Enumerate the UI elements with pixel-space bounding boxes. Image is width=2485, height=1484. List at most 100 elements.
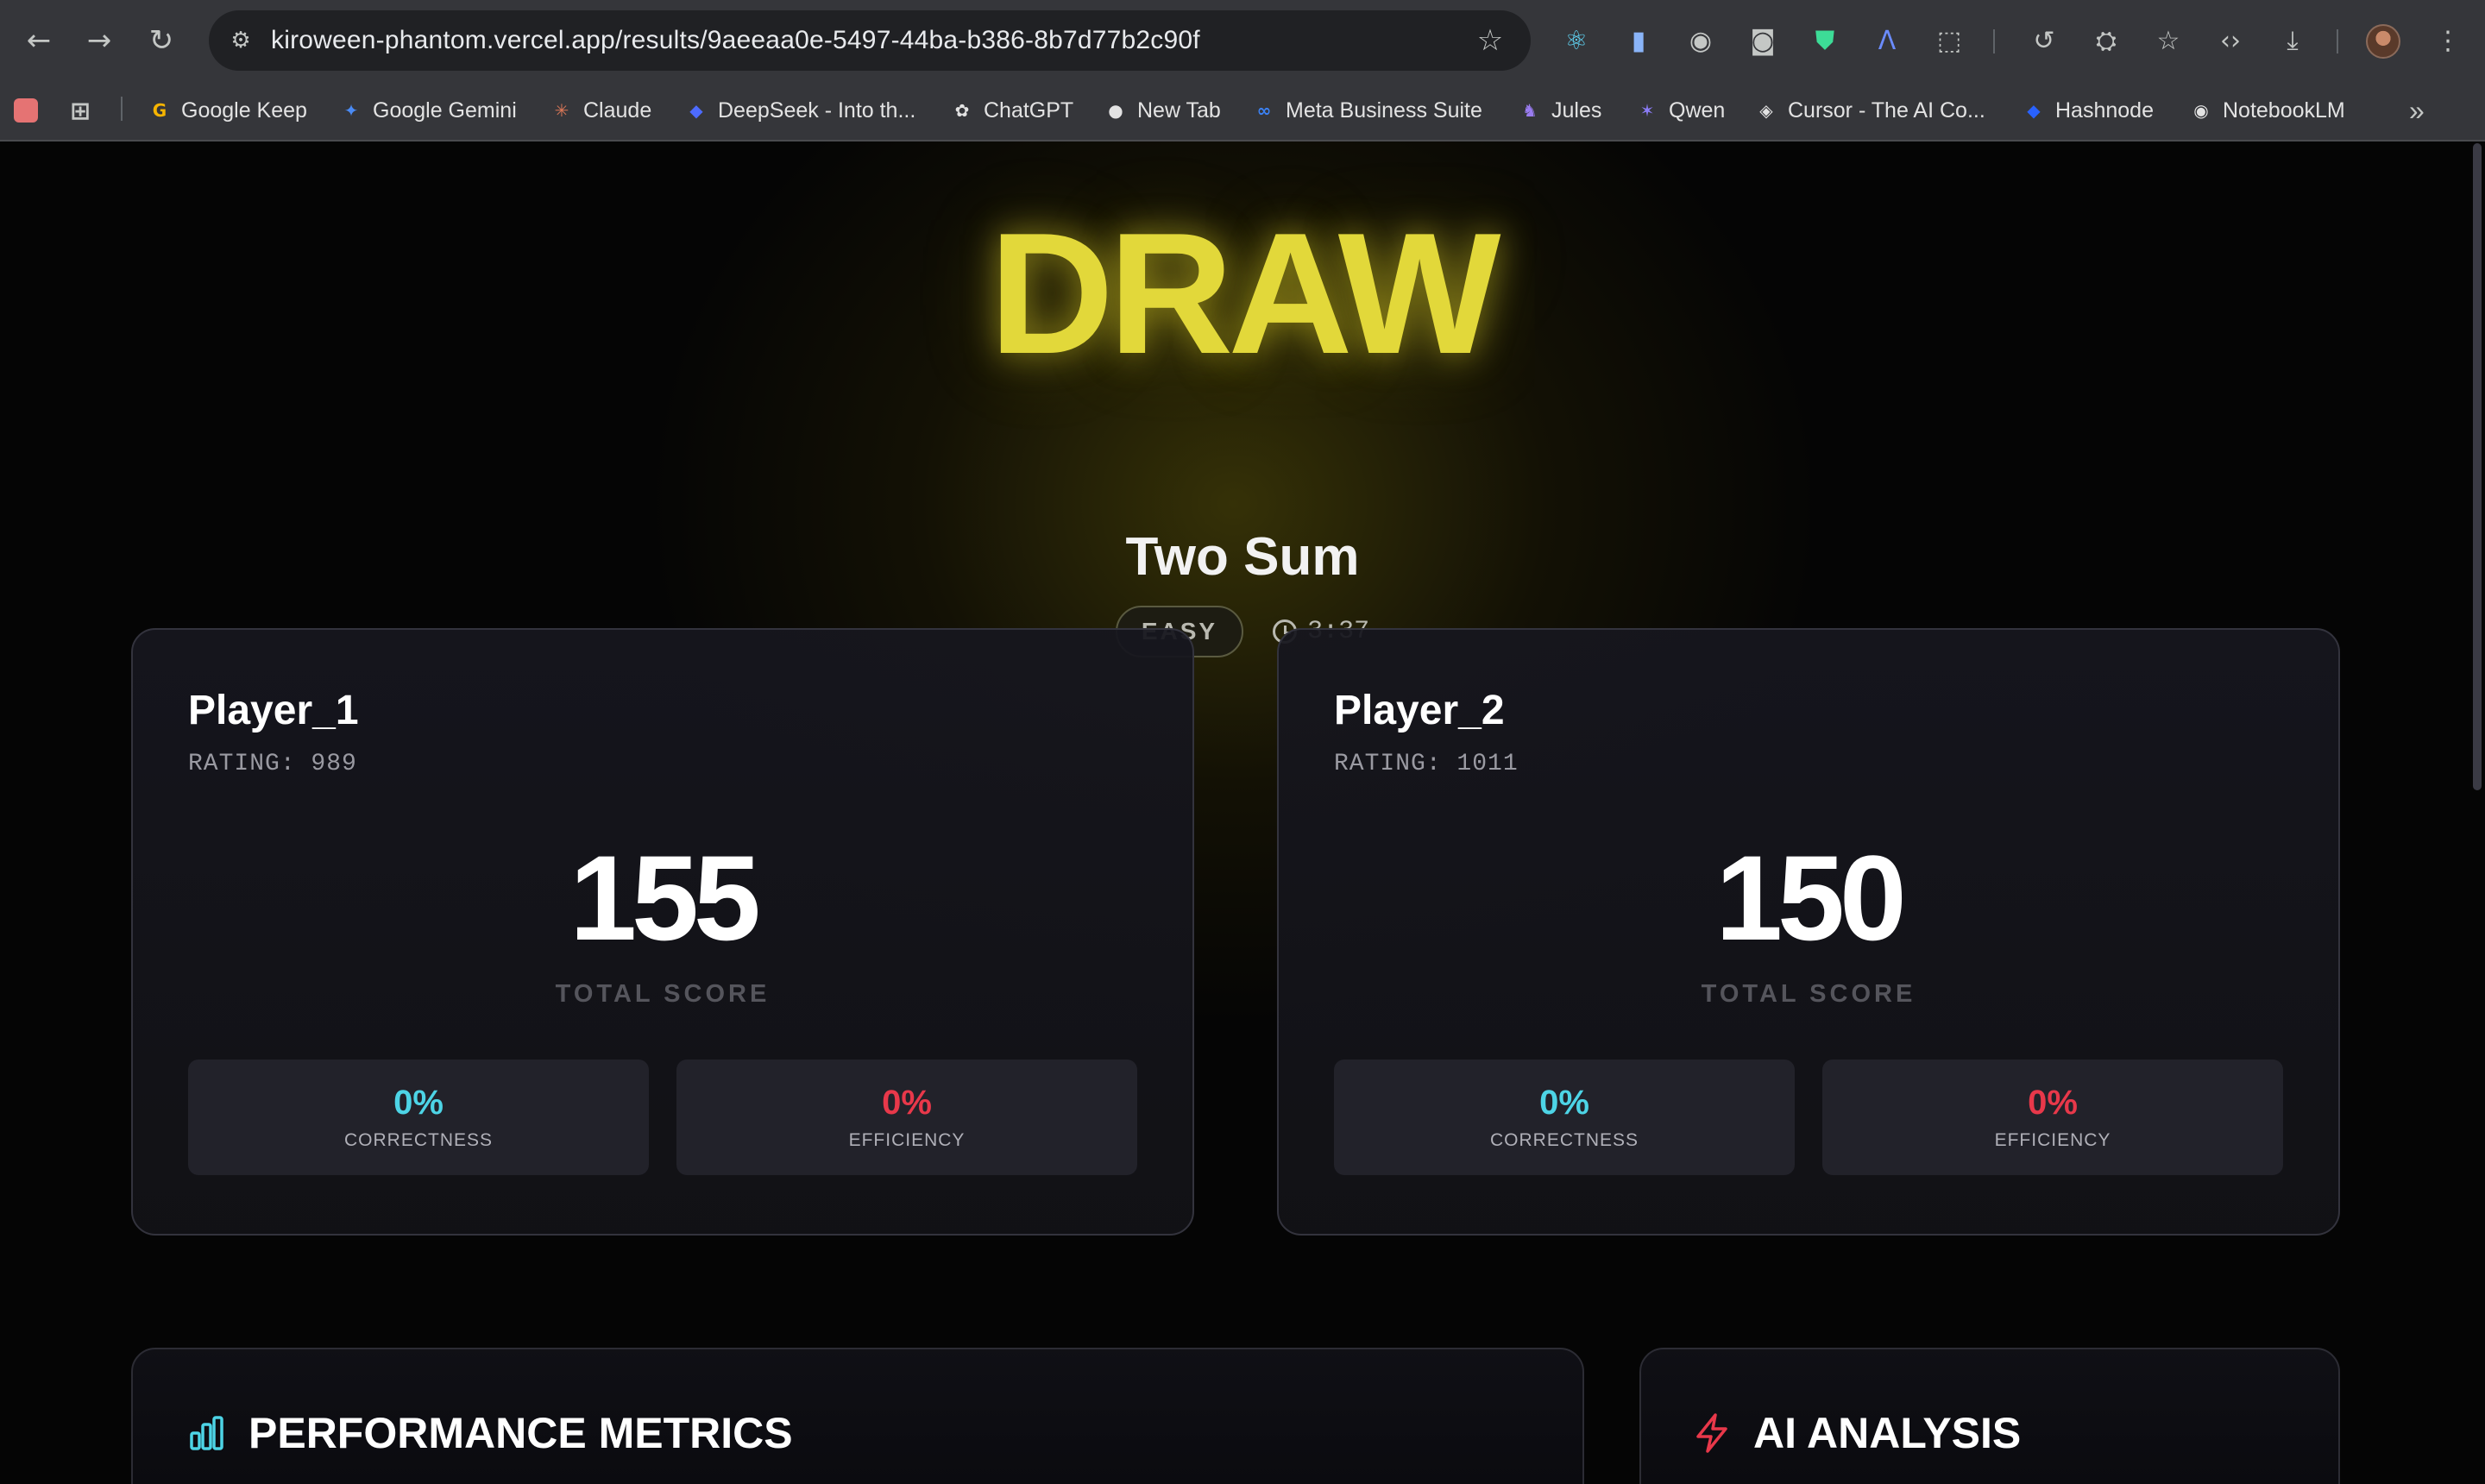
player-rating: RATING: 1011 bbox=[1334, 751, 1519, 777]
address-bar[interactable]: ⚙ kiroween-phantom.vercel.app/results/9a… bbox=[209, 10, 1531, 71]
reload-icon[interactable]: ↻ bbox=[140, 19, 183, 62]
bookmark-label: Cursor - The AI Co... bbox=[1788, 97, 1985, 123]
forward-icon[interactable]: → bbox=[78, 19, 121, 62]
site-info-icon[interactable]: ⚙ bbox=[221, 21, 261, 60]
bookmarks-star-icon[interactable]: ☆ bbox=[2148, 21, 2188, 60]
red-square-icon bbox=[14, 98, 38, 123]
correctness-value: 0% bbox=[1539, 1084, 1589, 1122]
bookmark-label: Hashnode bbox=[2055, 97, 2154, 123]
react-devtools-icon[interactable]: ⚛ bbox=[1557, 21, 1596, 60]
efficiency-label: EFFICIENCY bbox=[1994, 1130, 2111, 1150]
efficiency-stat: 0% EFFICIENCY bbox=[1822, 1060, 2283, 1175]
player-name: Player_2 bbox=[1334, 688, 1505, 733]
extensions-puzzle-icon[interactable]: ⬚ bbox=[1929, 21, 1969, 60]
bookmark-favicon-icon: ◈ bbox=[1759, 100, 1773, 121]
url-text[interactable]: kiroween-phantom.vercel.app/results/9aee… bbox=[271, 26, 1200, 55]
more-bookmarks-chevron-icon[interactable]: » bbox=[2409, 93, 2425, 128]
extension-a-icon[interactable]: Λ bbox=[1867, 21, 1907, 60]
bookmark-label: Claude bbox=[583, 97, 652, 123]
bookmark-favicon-icon: ● bbox=[1108, 100, 1123, 121]
bookmark-favicon-icon: ✦ bbox=[343, 100, 359, 121]
bookmark-label: Google Keep bbox=[181, 97, 307, 123]
bookmark-item[interactable]: ◆ DeepSeek - Into th... bbox=[683, 93, 915, 128]
bookmark-favicon-icon: ✿ bbox=[954, 100, 970, 121]
player-card-1: Player_1 RATING: 989 155 TOTAL SCORE 0% … bbox=[131, 628, 1194, 1236]
bookmark-label: ChatGPT bbox=[984, 97, 1074, 123]
performance-metrics-card: PERFORMANCE METRICS bbox=[131, 1348, 1584, 1484]
ai-analysis-header: AI ANALYSIS bbox=[1693, 1408, 2021, 1458]
bookmark-favicon-icon: ✶ bbox=[1639, 100, 1655, 121]
bookmark-item[interactable]: ✿ ChatGPT bbox=[949, 93, 1074, 128]
total-score-value: 155 bbox=[569, 830, 761, 965]
bookmark-item[interactable]: ● New Tab bbox=[1103, 93, 1221, 128]
bookmark-item[interactable]: ✳ Claude bbox=[549, 93, 652, 128]
bookmark-favicon-icon: ◆ bbox=[2027, 100, 2041, 121]
bookmark-favicon-icon: ♞ bbox=[1522, 100, 1538, 121]
bookmark-label: Qwen bbox=[1669, 97, 1726, 123]
bookmark-favicon-icon: ✳ bbox=[554, 100, 569, 121]
correctness-label: CORRECTNESS bbox=[343, 1130, 494, 1150]
performance-metrics-header: PERFORMANCE METRICS bbox=[188, 1408, 793, 1458]
history-icon[interactable]: ↺ bbox=[2024, 21, 2064, 60]
bookmark-favicon-icon: ◉ bbox=[2193, 100, 2209, 121]
extension-circle-icon[interactable]: ◉ bbox=[1681, 21, 1721, 60]
efficiency-label: EFFICIENCY bbox=[848, 1130, 966, 1150]
efficiency-value: 0% bbox=[2028, 1084, 2078, 1122]
results-page: DRAW Two Sum EASY 3:37 Player_1 RATING: … bbox=[0, 141, 2485, 1484]
devtools-code-icon[interactable]: ‹› bbox=[2211, 21, 2250, 60]
bookmarks-bar: ⊞ » G Google Keep ✦ Google Gemini ✳ Claude ◆ De… bbox=[0, 85, 2485, 136]
incognito-icon[interactable]: ⛭ bbox=[2086, 21, 2126, 60]
correctness-stat: 0% CORRECTNESS bbox=[1334, 1060, 1795, 1175]
bookmark-item[interactable]: ◈ Cursor - The AI Co... bbox=[1753, 93, 1985, 128]
total-score-value: 150 bbox=[1715, 830, 1907, 965]
bookmark-label: Jules bbox=[1551, 97, 1602, 123]
profile-avatar[interactable] bbox=[2366, 24, 2400, 59]
browser-toolbar: ← → ↻ ⚙ kiroween-phantom.vercel.app/resu… bbox=[0, 0, 2485, 81]
browser-chrome: ← → ↻ ⚙ kiroween-phantom.vercel.app/resu… bbox=[0, 0, 2485, 141]
bookmark-item[interactable]: ◉ NotebookLM bbox=[2188, 93, 2345, 128]
camera-icon[interactable]: ◙ bbox=[1743, 21, 1783, 60]
apps-grid-icon: ⊞ bbox=[70, 96, 91, 125]
toolbar-divider bbox=[2337, 29, 2338, 53]
bookmark-item[interactable]: ✶ Qwen bbox=[1634, 93, 1726, 128]
extension-doc-icon[interactable]: ▮ bbox=[1619, 21, 1658, 60]
bookmark-favicon-icon: ∞ bbox=[1256, 100, 1272, 121]
bookmark-item[interactable]: ✦ Google Gemini bbox=[338, 93, 517, 128]
ai-analysis-card: AI ANALYSIS bbox=[1639, 1348, 2340, 1484]
correctness-value: 0% bbox=[393, 1084, 444, 1122]
toolbar-divider bbox=[1993, 29, 1995, 53]
bookmark-star-icon[interactable]: ☆ bbox=[1470, 21, 1510, 60]
bookmark-item[interactable]: G Google Keep bbox=[147, 93, 307, 128]
bookmark-label: New Tab bbox=[1137, 97, 1221, 123]
correctness-stat: 0% CORRECTNESS bbox=[188, 1060, 649, 1175]
bookmark-label: NotebookLM bbox=[2223, 97, 2345, 123]
bookmark-label: Google Gemini bbox=[373, 97, 517, 123]
shield-icon[interactable]: ⛊ bbox=[1805, 21, 1845, 60]
total-score-label: TOTAL SCORE bbox=[555, 980, 771, 1008]
menu-kebab-icon[interactable]: ⋮ bbox=[2428, 21, 2468, 60]
problem-title: Two Sum bbox=[1125, 527, 1360, 587]
player-card-2: Player_2 RATING: 1011 150 TOTAL SCORE 0%… bbox=[1277, 628, 2340, 1236]
bookmark-red-square[interactable] bbox=[14, 93, 38, 128]
efficiency-stat: 0% EFFICIENCY bbox=[676, 1060, 1137, 1175]
bookmarks-divider bbox=[121, 97, 123, 121]
section-title: AI ANALYSIS bbox=[1753, 1409, 2022, 1457]
bookmark-label: Meta Business Suite bbox=[1286, 97, 1482, 123]
player-rating: RATING: 989 bbox=[188, 751, 357, 777]
apps-grid-button[interactable]: ⊞ bbox=[67, 93, 93, 128]
bookmark-favicon-icon: G bbox=[152, 100, 167, 121]
efficiency-value: 0% bbox=[882, 1084, 932, 1122]
download-icon[interactable]: ⤓ bbox=[2273, 21, 2312, 60]
correctness-label: CORRECTNESS bbox=[1489, 1130, 1639, 1150]
player-name: Player_1 bbox=[188, 688, 359, 733]
match-result-title: DRAW bbox=[989, 198, 1500, 390]
bookmark-label: DeepSeek - Into th... bbox=[718, 97, 916, 123]
bookmark-item[interactable]: ∞ Meta Business Suite bbox=[1251, 93, 1482, 128]
bookmark-item[interactable]: ♞ Jules bbox=[1517, 93, 1601, 128]
bookmark-favicon-icon: ◆ bbox=[689, 100, 703, 121]
bar-chart-icon bbox=[190, 1416, 223, 1450]
lightning-icon bbox=[1696, 1413, 1727, 1453]
back-icon[interactable]: ← bbox=[17, 19, 60, 62]
bookmark-item[interactable]: ◆ Hashnode bbox=[2021, 93, 2154, 128]
section-title: PERFORMANCE METRICS bbox=[248, 1409, 793, 1457]
